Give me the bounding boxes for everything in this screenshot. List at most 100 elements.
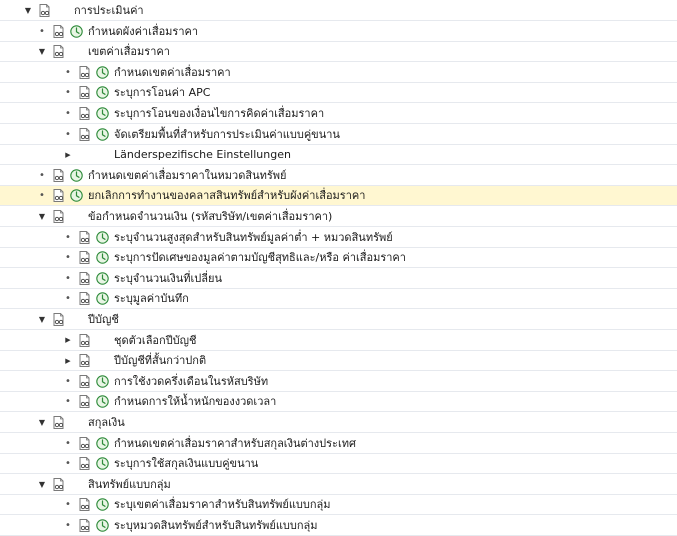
tree-node[interactable]: • ระบุการใช้สกุลเงินแบบคู่ขนาน bbox=[0, 454, 677, 475]
triangle-down-icon[interactable]: ▼ bbox=[36, 207, 48, 227]
triangle-right-icon[interactable]: ▶ bbox=[62, 145, 74, 165]
tree-node[interactable]: ▼ เขตค่าเสื่อมราคา bbox=[0, 42, 677, 63]
execute-clock-icon[interactable] bbox=[96, 375, 109, 388]
tree-node[interactable]: • ยกเลิกการทำงานของคลาสสินทรัพย์สำหรับผัง… bbox=[0, 186, 677, 207]
execute-clock-icon[interactable] bbox=[96, 292, 109, 306]
tree-node-label: ระบุจำนวนเงินที่เปลี่ยน bbox=[114, 271, 222, 285]
tree-node[interactable]: ▼ ปีบัญชี bbox=[0, 310, 677, 330]
tree-node-label: เขตค่าเสื่อมราคา bbox=[88, 45, 170, 59]
execute-clock-icon[interactable] bbox=[96, 86, 109, 100]
tree-node-label: การประเมินค่า bbox=[74, 4, 144, 17]
triangle-down-icon[interactable]: ▼ bbox=[36, 42, 48, 62]
execute-clock-icon[interactable] bbox=[96, 436, 109, 450]
tree-node[interactable]: ▶ ปีบัญชีที่สั้นกว่าปกติ bbox=[0, 351, 677, 372]
tree-node-label: Länderspezifische Einstellungen bbox=[114, 148, 291, 162]
execute-clock-icon[interactable] bbox=[96, 66, 109, 79]
tree-node[interactable]: • จัดเตรียมพื้นที่สำหรับการประเมินค่าแบบค… bbox=[0, 125, 677, 145]
tree-node[interactable]: • ระบุจำนวนเงินที่เปลี่ยน bbox=[0, 269, 677, 289]
bullet-icon: • bbox=[65, 128, 71, 140]
triangle-down-icon[interactable]: ▼ bbox=[36, 413, 48, 433]
document-glasses-icon[interactable] bbox=[78, 127, 91, 141]
tree-node[interactable]: • ระบุมูลค่าบันทึก bbox=[0, 289, 677, 310]
bullet-icon: • bbox=[39, 190, 45, 202]
tree-node[interactable]: • กำหนดผังค่าเสื่อมราคา bbox=[0, 22, 677, 42]
tree-node[interactable]: ▼ สกุลเงิน bbox=[0, 413, 677, 433]
tree-node[interactable]: • ระบุการโอนของเงื่อนไขการคิดค่าเสื่อมราค… bbox=[0, 104, 677, 124]
bullet-icon: • bbox=[65, 108, 71, 119]
tree-node-label: สินทรัพย์แบบกลุ่ม bbox=[88, 477, 171, 491]
execute-clock-icon[interactable] bbox=[96, 251, 109, 264]
tree-node[interactable]: • กำหนดเขตค่าเสื่อมราคาสำหรับสกุลเงินต่าง… bbox=[0, 434, 677, 454]
tree-node-label: ระบุหมวดสินทรัพย์สำหรับสินทรัพย์แบบกลุ่ม bbox=[114, 519, 318, 532]
document-glasses-icon[interactable] bbox=[78, 457, 91, 471]
tree-node-label: จัดเตรียมพื้นที่สำหรับการประเมินค่าแบบคู… bbox=[114, 127, 340, 141]
tree-node[interactable]: • ระบุการโอนค่า APC bbox=[0, 83, 677, 104]
execute-clock-icon[interactable] bbox=[96, 127, 109, 141]
tree-node[interactable]: • กำหนดเขตค่าเสื่อมราคา bbox=[0, 63, 677, 83]
execute-clock-icon[interactable] bbox=[96, 107, 109, 120]
document-glasses-icon[interactable] bbox=[78, 354, 91, 368]
document-glasses-icon[interactable] bbox=[52, 24, 65, 38]
tree-node[interactable]: ▼ สินทรัพย์แบบกลุ่ม bbox=[0, 475, 677, 495]
execute-clock-icon[interactable] bbox=[70, 24, 83, 38]
document-glasses-icon[interactable] bbox=[52, 189, 65, 203]
tree-node-label: ระบุมูลค่าบันทึก bbox=[114, 292, 189, 306]
execute-clock-icon[interactable] bbox=[96, 272, 109, 285]
tree-node-label: ระบุเขตค่าเสื่อมราคาสำหรับสินทรัพย์แบบกล… bbox=[114, 498, 331, 512]
execute-clock-icon[interactable] bbox=[70, 189, 83, 203]
document-glasses-icon[interactable] bbox=[38, 4, 51, 17]
execute-clock-icon[interactable] bbox=[96, 395, 109, 409]
document-glasses-icon[interactable] bbox=[78, 107, 91, 120]
tree-node[interactable]: ▶ ชุดตัวเลือกปีบัญชี bbox=[0, 331, 677, 351]
document-glasses-icon[interactable] bbox=[78, 251, 91, 265]
document-glasses-icon[interactable] bbox=[52, 313, 65, 326]
document-glasses-icon[interactable] bbox=[78, 436, 91, 450]
document-glasses-icon[interactable] bbox=[78, 374, 91, 388]
execute-clock-icon[interactable] bbox=[96, 457, 109, 470]
triangle-right-icon[interactable]: ▶ bbox=[62, 351, 74, 371]
tree-node[interactable]: • การใช้งวดครึ่งเดือนในรหัสบริษัท bbox=[0, 372, 677, 392]
document-glasses-icon[interactable] bbox=[78, 86, 91, 100]
document-glasses-icon[interactable] bbox=[52, 45, 65, 59]
customizing-tree: ▼ การประเมินค่า • กำหนดผังค่าเสื่อมราคา ▼ เขต… bbox=[0, 0, 677, 536]
tree-node-label: ระบุการปัดเศษของมูลค่าตามบัญชีสุทธิและ/ห… bbox=[114, 251, 406, 265]
document-glasses-icon[interactable] bbox=[78, 395, 91, 409]
execute-clock-icon[interactable] bbox=[96, 498, 109, 512]
tree-node-label: กำหนดการให้น้ำหนักของงวดเวลา bbox=[114, 395, 277, 409]
document-glasses-icon[interactable] bbox=[78, 333, 91, 347]
bullet-icon: • bbox=[65, 458, 71, 470]
bullet-icon: • bbox=[65, 499, 71, 511]
document-glasses-icon[interactable] bbox=[78, 519, 91, 532]
document-glasses-icon[interactable] bbox=[78, 230, 91, 244]
tree-node[interactable]: • ระบุจำนวนสูงสุดสำหรับสินทรัพย์มูลค่าต่ำ… bbox=[0, 228, 677, 248]
execute-clock-icon[interactable] bbox=[96, 519, 109, 532]
document-glasses-icon[interactable] bbox=[78, 292, 91, 306]
execute-clock-icon[interactable] bbox=[96, 230, 109, 244]
document-glasses-icon[interactable] bbox=[78, 498, 91, 512]
triangle-right-icon[interactable]: ▶ bbox=[62, 330, 74, 350]
tree-node[interactable]: ▶ Länderspezifische Einstellungen bbox=[0, 145, 677, 166]
tree-node[interactable]: • ระบุการปัดเศษของมูลค่าตามบัญชีสุทธิและ/… bbox=[0, 248, 677, 269]
tree-node[interactable]: ▼ การประเมินค่า bbox=[0, 1, 677, 21]
document-glasses-icon[interactable] bbox=[52, 477, 65, 491]
triangle-down-icon[interactable]: ▼ bbox=[22, 1, 34, 21]
document-glasses-icon[interactable] bbox=[52, 168, 65, 182]
tree-node[interactable]: • ระบุหมวดสินทรัพย์สำหรับสินทรัพย์แบบกลุ่… bbox=[0, 516, 677, 536]
tree-node-label: กำหนดผังค่าเสื่อมราคา bbox=[88, 24, 199, 38]
triangle-down-icon[interactable]: ▼ bbox=[36, 474, 48, 494]
tree-node[interactable]: • กำหนดเขตค่าเสื่อมราคาในหมวดสินทรัพย์ bbox=[0, 166, 677, 186]
execute-clock-icon[interactable] bbox=[70, 169, 83, 182]
bullet-icon: • bbox=[65, 66, 71, 78]
document-glasses-icon[interactable] bbox=[52, 416, 65, 429]
tree-node[interactable]: ▼ ข้อกำหนดจำนวนเงิน (รหัสบริษัท/เขตค่าเสื… bbox=[0, 207, 677, 227]
document-glasses-icon[interactable] bbox=[78, 65, 91, 79]
tree-node-label: กำหนดเขตค่าเสื่อมราคาสำหรับสกุลเงินต่างป… bbox=[114, 436, 356, 450]
triangle-down-icon[interactable]: ▼ bbox=[36, 310, 48, 330]
document-glasses-icon[interactable] bbox=[78, 271, 91, 285]
tree-node[interactable]: • กำหนดการให้น้ำหนักของงวดเวลา bbox=[0, 392, 677, 413]
tree-node-label: การใช้งวดครึ่งเดือนในรหัสบริษัท bbox=[114, 374, 269, 388]
tree-node[interactable]: • ระบุเขตค่าเสื่อมราคาสำหรับสินทรัพย์แบบก… bbox=[0, 495, 677, 516]
tree-node-label: ระบุจำนวนสูงสุดสำหรับสินทรัพย์มูลค่าต่ำ … bbox=[114, 230, 393, 244]
bullet-icon: • bbox=[65, 272, 71, 284]
document-glasses-icon[interactable] bbox=[52, 210, 65, 223]
